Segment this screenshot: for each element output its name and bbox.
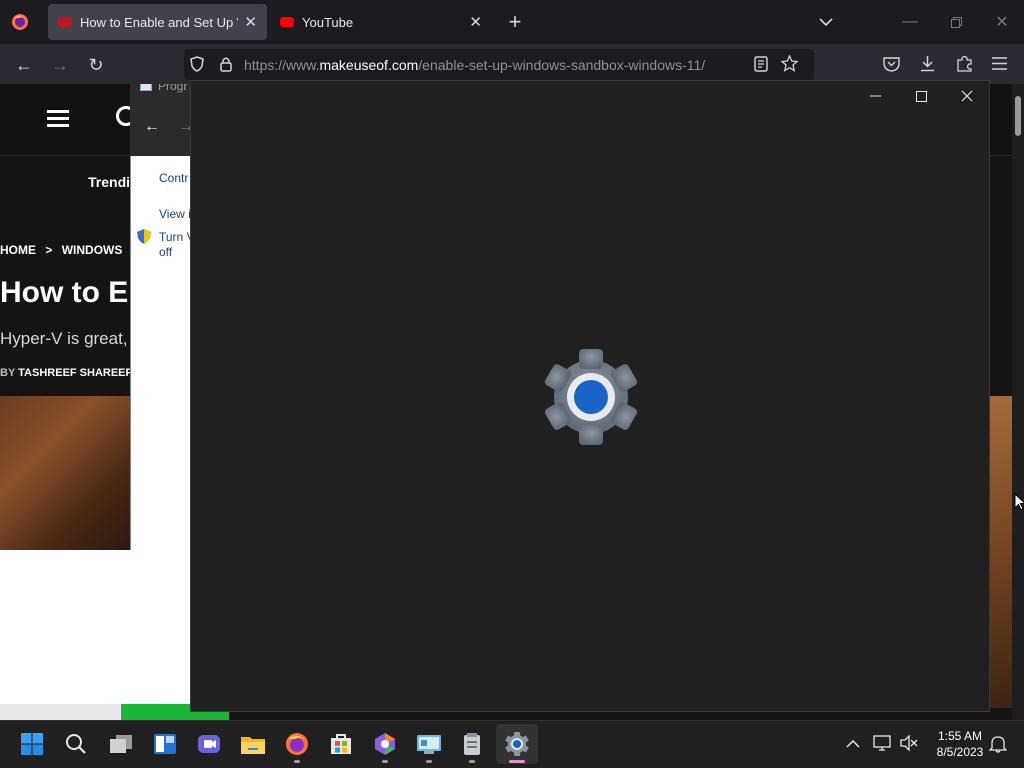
settings-icon[interactable]	[504, 731, 530, 757]
firefox-menu-icon[interactable]	[11, 13, 29, 36]
running-indicator	[426, 760, 432, 763]
url-prefix: https://www.	[244, 57, 320, 73]
article-byline: BY TASHREEF SHAREEF	[0, 367, 132, 379]
close-browser-icon[interactable]: ✕	[990, 10, 1014, 34]
article-subtitle: Hyper-V is great,	[0, 329, 128, 348]
hero-image	[0, 396, 130, 550]
control-panel-icon[interactable]	[416, 731, 442, 757]
show-hidden-icons-chevron-icon[interactable]	[846, 736, 860, 754]
page-footer-strip	[0, 704, 121, 720]
firefox-icon[interactable]	[284, 731, 310, 757]
byline-prefix: BY	[0, 367, 16, 379]
back-icon[interactable]: ←	[12, 53, 36, 77]
forward-icon: →	[51, 54, 69, 75]
uac-shield-icon	[137, 229, 151, 249]
task-view-icon[interactable]	[108, 731, 134, 757]
teams-chat-icon[interactable]	[196, 731, 222, 757]
tab-youtube[interactable]: YouTube ✕	[270, 4, 492, 40]
clock-date[interactable]: 8/5/2023	[932, 745, 988, 759]
breadcrumb-windows[interactable]: WINDOWS	[62, 243, 123, 257]
widgets-icon[interactable]	[152, 731, 178, 757]
breadcrumb-separator: >	[45, 243, 53, 257]
active-indicator	[509, 760, 525, 763]
back-arrow-icon[interactable]: ←	[144, 118, 160, 136]
extensions-icon[interactable]	[956, 55, 973, 77]
makeuseof-favicon-icon	[58, 17, 72, 27]
start-icon[interactable]	[19, 731, 45, 757]
tab-makeuseof[interactable]: How to Enable and Set Up Wind ✕	[48, 4, 267, 40]
reload-icon[interactable]: ↻	[84, 53, 108, 77]
youtube-favicon-icon	[280, 17, 294, 27]
bookmark-star-icon[interactable]	[780, 54, 799, 77]
lock-icon[interactable]	[219, 56, 233, 77]
running-indicator	[294, 760, 300, 763]
search-icon[interactable]	[63, 731, 89, 757]
file-explorer-icon[interactable]	[240, 731, 266, 757]
article-title: How to E	[0, 276, 129, 309]
mouse-cursor-icon	[1014, 492, 1024, 516]
clock-time[interactable]: 1:55 AM	[932, 729, 988, 743]
sandbox-icon[interactable]	[459, 731, 485, 757]
network-icon[interactable]	[873, 735, 891, 756]
minimize-window-icon[interactable]	[863, 85, 887, 107]
list-tabs-chevron-icon[interactable]	[814, 10, 838, 34]
byline-author[interactable]: TASHREEF SHAREEF	[18, 367, 132, 379]
app-icon[interactable]	[372, 731, 398, 757]
new-tab-icon[interactable]: +	[504, 9, 526, 34]
url-text[interactable]: https://www.makeuseof.com/enable-set-up-…	[244, 57, 705, 73]
tab-title: How to Enable and Set Up Wind	[80, 14, 238, 30]
settings-gear-icon	[541, 349, 641, 450]
tracking-shield-icon[interactable]	[190, 56, 204, 77]
hamburger-menu-icon[interactable]	[47, 110, 69, 113]
tab-title: YouTube	[302, 14, 354, 30]
pocket-icon[interactable]	[883, 56, 900, 77]
hero-image-edge	[990, 396, 1012, 708]
breadcrumb-home[interactable]: HOME	[0, 243, 36, 257]
running-indicator	[469, 760, 475, 763]
notifications-icon[interactable]	[988, 735, 1008, 758]
control-panel-link[interactable]: Contr	[159, 171, 188, 185]
url-path: /enable-set-up-windows-sandbox-windows-1…	[418, 57, 706, 73]
close-tab-icon[interactable]: ✕	[244, 13, 257, 31]
app-menu-icon[interactable]	[992, 57, 1007, 75]
url-domain: makeuseof.com	[319, 57, 419, 73]
settings-window	[190, 80, 990, 712]
downloads-icon[interactable]	[919, 55, 936, 77]
restore-browser-icon[interactable]	[944, 10, 968, 34]
microsoft-store-icon[interactable]	[328, 731, 354, 757]
volume-muted-icon[interactable]	[900, 734, 918, 756]
maximize-window-icon[interactable]	[909, 85, 933, 107]
breadcrumb: HOME > WINDOWS	[0, 243, 122, 257]
page-white-area	[0, 550, 190, 704]
minimize-browser-icon[interactable]: —	[898, 10, 922, 34]
close-tab-icon[interactable]: ✕	[469, 13, 482, 31]
close-window-icon[interactable]	[955, 85, 979, 107]
scrollbar-thumb[interactable]	[1015, 96, 1021, 136]
reader-view-icon[interactable]	[754, 56, 768, 77]
view-installed-link[interactable]: View i	[159, 207, 191, 221]
turn-windows-features-link-cont[interactable]: off	[159, 245, 172, 259]
running-indicator	[382, 760, 388, 763]
page-scrollbar[interactable]	[1012, 84, 1024, 720]
nav-trending[interactable]: Trendi	[88, 174, 130, 190]
